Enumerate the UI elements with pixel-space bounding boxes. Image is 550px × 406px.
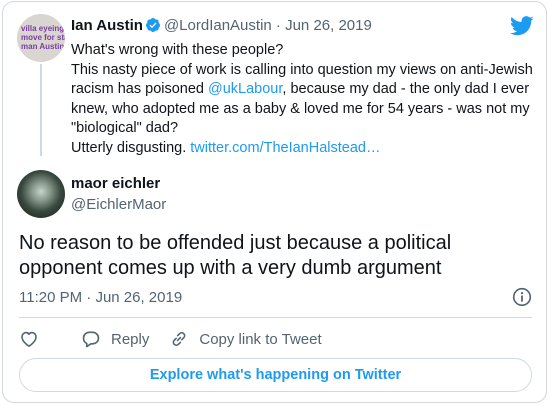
mention-link[interactable]: @ukLabour	[208, 81, 282, 97]
header-separator: ·	[275, 17, 281, 34]
tweet-time: 11:20 PM	[19, 289, 83, 306]
quoted-author-name[interactable]: Ian Austin	[71, 17, 143, 34]
action-divider	[19, 317, 532, 318]
tweet-timestamp[interactable]: 11:20 PM · Jun 26, 2019	[19, 288, 182, 308]
tweet-text: No reason to be offended just because a …	[19, 232, 452, 279]
copy-link-label: Copy link to Tweet	[199, 330, 322, 348]
quoted-text-segment: Utterly disgusting.	[71, 139, 191, 156]
thread-connector-line	[40, 64, 42, 156]
timestamp-separator: ·	[86, 289, 92, 306]
quoted-tweet-text: What's wrong with these people? This nas…	[71, 41, 533, 159]
quoted-author-avatar[interactable]: villa eyeing move for sta man Austin	[17, 14, 65, 62]
author-avatar[interactable]	[17, 170, 65, 218]
reply-bubble-icon	[82, 331, 100, 348]
copy-link-button[interactable]: Copy link to Tweet	[169, 329, 322, 349]
tweet-date: Jun 26, 2019	[95, 289, 183, 306]
quoted-text-line: Utterly disgusting. twitter.com/TheIanHa…	[71, 139, 533, 159]
quoted-tweet-date[interactable]: Jun 26, 2019	[285, 17, 372, 34]
quoted-url-link[interactable]: twitter.com/TheIanHalstead…	[190, 140, 380, 156]
author-name[interactable]: maor eichler	[71, 174, 160, 194]
info-icon[interactable]	[512, 287, 532, 307]
twitter-bird-icon[interactable]	[510, 16, 534, 36]
avatar-text-line: move for sta	[21, 33, 65, 42]
quoted-author-handle[interactable]: @LordIanAustin	[164, 17, 272, 34]
reply-label: Reply	[111, 330, 150, 348]
author-handle[interactable]: @EichlerMaor	[71, 195, 166, 215]
tweet-embed-card: villa eyeing move for sta man Austin Ian…	[2, 1, 547, 403]
avatar-text-line: man Austin	[21, 42, 65, 51]
quoted-text-paragraph: This nasty piece of work is calling into…	[71, 61, 533, 139]
heart-icon	[21, 331, 37, 347]
like-button[interactable]	[19, 329, 49, 349]
quoted-tweet-header: Ian Austin @LordIanAustin · Jun 26, 2019	[71, 16, 372, 36]
tweet-actions: Reply Copy link to Tweet	[19, 328, 342, 350]
link-icon	[172, 332, 186, 346]
quoted-text-line: What's wrong with these people?	[71, 42, 284, 58]
verified-badge-icon	[145, 18, 160, 32]
explore-twitter-button[interactable]: Explore what's happening on Twitter	[19, 358, 532, 392]
avatar-text-line: villa eyeing	[21, 24, 65, 33]
reply-button[interactable]: Reply	[81, 329, 149, 349]
